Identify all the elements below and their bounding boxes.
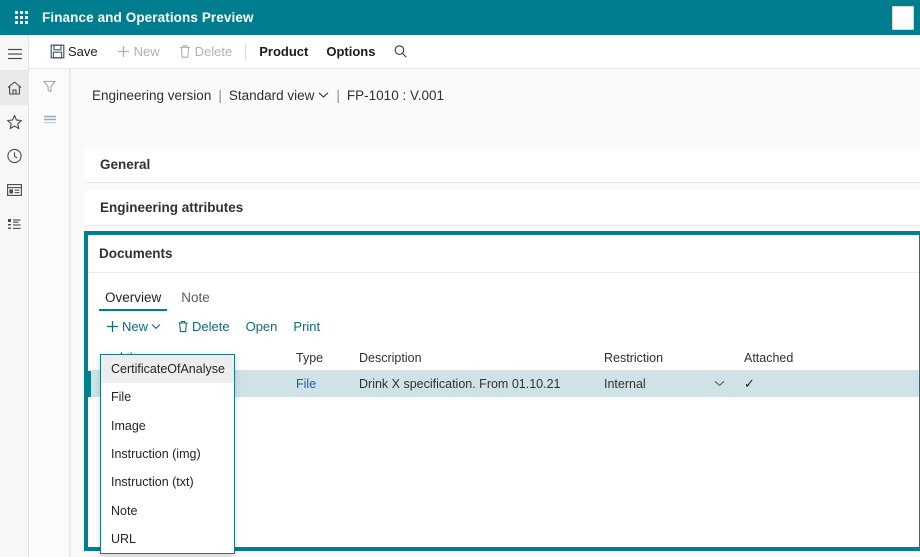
workspace-icon[interactable] xyxy=(0,173,29,207)
top-right-panel[interactable] xyxy=(892,6,914,30)
view-label: Standard view xyxy=(228,87,315,103)
tab-note-label: Note xyxy=(181,290,210,305)
documents-toolbar: New Delete Open Print xyxy=(88,311,919,341)
product-menu[interactable]: Product xyxy=(250,39,317,65)
column-header-attached[interactable]: Attached xyxy=(744,351,824,365)
star-icon[interactable] xyxy=(0,105,29,139)
navigation-rail xyxy=(0,35,29,557)
clock-icon[interactable] xyxy=(0,139,29,173)
options-menu[interactable]: Options xyxy=(317,39,384,65)
view-selector[interactable]: Standard view xyxy=(229,88,330,103)
grid-delete-button[interactable]: Delete xyxy=(170,314,237,338)
product-label: Product xyxy=(259,44,309,59)
tab-overview[interactable]: Overview xyxy=(99,290,168,311)
grid-delete-label: Delete xyxy=(192,318,230,334)
new-label: New xyxy=(133,44,160,59)
menu-item-label: Instruction (txt) xyxy=(111,475,194,490)
menu-item-certificateofanalyse[interactable]: CertificateOfAnalyse xyxy=(101,355,234,384)
cell-description: Drink X specification. From 01.10.21 xyxy=(359,377,561,391)
chevron-down-icon xyxy=(714,380,725,387)
title-bar: Finance and Operations Preview xyxy=(0,0,920,35)
breadcrumb-record: FP-1010 : V.001 xyxy=(346,87,444,103)
menu-item-label: Image xyxy=(111,418,146,433)
cell-restriction: Internal xyxy=(604,377,646,391)
section-general-title: General xyxy=(100,157,151,172)
app-launcher-icon[interactable] xyxy=(6,11,36,24)
section-engineering-attributes[interactable]: Engineering attributes xyxy=(85,190,920,226)
trash-icon xyxy=(179,45,190,58)
search-button[interactable] xyxy=(384,39,417,65)
breadcrumb: Engineering version | Standard view | FP… xyxy=(92,79,444,111)
save-icon xyxy=(50,44,65,59)
delete-label: Delete xyxy=(194,44,233,59)
modules-list-icon[interactable] xyxy=(0,207,29,241)
app-title: Finance and Operations Preview xyxy=(42,10,254,25)
breadcrumb-separator-1: | xyxy=(218,87,222,103)
column-header-type[interactable]: Type xyxy=(296,351,359,365)
menu-item-image[interactable]: Image xyxy=(101,412,234,440)
delete-button[interactable]: Delete xyxy=(169,39,242,65)
breadcrumb-root[interactable]: Engineering version xyxy=(92,88,211,103)
filter-pane xyxy=(29,69,70,557)
save-button[interactable]: Save xyxy=(41,39,107,65)
new-button[interactable]: New xyxy=(107,39,169,65)
chevron-down-icon xyxy=(319,92,329,98)
restriction-dropdown-icon[interactable] xyxy=(714,378,744,390)
content-left-rule xyxy=(70,69,71,557)
plus-icon xyxy=(107,320,118,332)
plus-icon xyxy=(117,46,129,57)
cell-attached: ✓ xyxy=(744,376,755,391)
hamburger-menu-icon[interactable] xyxy=(0,37,29,71)
breadcrumb-separator-2: | xyxy=(336,87,340,103)
tab-overview-label: Overview xyxy=(105,290,162,305)
command-bar: Save New Delete Product Options xyxy=(29,35,920,69)
grid-open-button[interactable]: Open xyxy=(239,314,285,338)
command-separator xyxy=(245,42,247,61)
grid-print-button[interactable]: Print xyxy=(286,314,327,338)
column-header-restriction[interactable]: Restriction xyxy=(604,351,714,365)
search-icon xyxy=(395,45,408,58)
grid-new-button[interactable]: New xyxy=(99,314,168,338)
menu-item-label: File xyxy=(111,390,132,405)
home-icon[interactable] xyxy=(0,71,29,105)
options-label: Options xyxy=(326,44,376,59)
grid-new-label: New xyxy=(122,318,149,334)
menu-item-label: Instruction (img) xyxy=(111,447,201,462)
application-window: Finance and Operations Preview Save New … xyxy=(0,0,920,557)
tab-note[interactable]: Note xyxy=(175,290,216,311)
section-engineering-attributes-title: Engineering attributes xyxy=(100,200,244,215)
filter-funnel-icon[interactable] xyxy=(29,69,70,103)
cell-type[interactable]: File xyxy=(296,377,359,391)
menu-item-label: URL xyxy=(111,531,137,546)
menu-item-file[interactable]: File xyxy=(101,383,234,411)
documents-tabs: Overview Note xyxy=(88,273,919,311)
menu-item-instruction-txt[interactable]: Instruction (txt) xyxy=(101,468,234,496)
menu-item-label: CertificateOfAnalyse xyxy=(111,362,225,377)
column-header-description[interactable]: Description xyxy=(359,351,604,365)
documents-header[interactable]: Documents xyxy=(88,235,919,273)
menu-item-instruction-img[interactable]: Instruction (img) xyxy=(101,440,234,468)
row-selection-marker xyxy=(88,371,91,397)
menu-item-label: Note xyxy=(111,503,138,518)
new-document-type-menu: CertificateOfAnalyse File Image Instruct… xyxy=(100,354,235,555)
menu-item-note[interactable]: Note xyxy=(101,496,234,524)
grid-print-label: Print xyxy=(293,318,321,334)
menu-item-url[interactable]: URL xyxy=(101,525,234,553)
save-label: Save xyxy=(68,44,98,59)
trash-icon xyxy=(178,320,188,332)
chevron-down-icon xyxy=(151,323,161,329)
grid-open-label: Open xyxy=(245,318,278,334)
section-general[interactable]: General xyxy=(85,147,920,183)
list-lines-icon[interactable] xyxy=(29,103,70,137)
documents-title: Documents xyxy=(99,246,173,261)
